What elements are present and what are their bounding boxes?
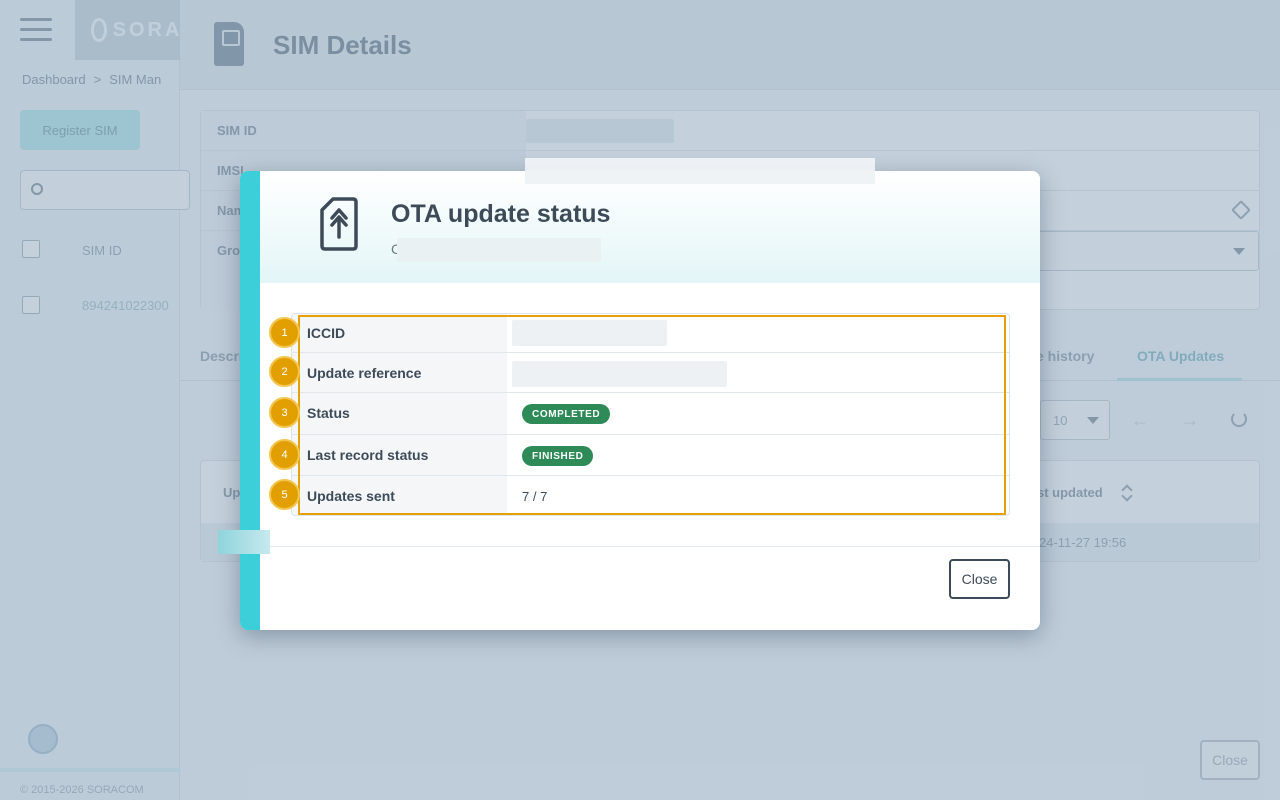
last-record-status-badge: FINISHED <box>522 446 594 466</box>
label-iccid: ICCID <box>307 325 346 341</box>
redacted-subtitle <box>397 238 601 262</box>
dialog-header: OTA update status C <box>260 171 1040 283</box>
annotation-marker-4: 4 <box>269 439 300 470</box>
updates-sent-value: 7 / 7 <box>522 489 548 504</box>
label-updates-sent: Updates sent <box>307 488 395 504</box>
label-update-reference: Update reference <box>307 365 422 381</box>
dialog-accent-bar <box>240 171 260 630</box>
ota-upload-document-icon <box>320 197 358 251</box>
status-badge: COMPLETED <box>522 404 611 424</box>
annotation-marker-3: 3 <box>269 397 300 428</box>
redacted-top-strip <box>525 158 875 184</box>
ota-status-table: ICCID Update reference Status COMPLETED … <box>291 313 1010 516</box>
dialog-close-button[interactable]: Close <box>949 559 1010 599</box>
ota-status-dialog: OTA update status C ICCID Update referen… <box>240 171 1040 630</box>
redacted-iccid-value <box>512 320 667 346</box>
redacted-update-reference-value <box>512 361 727 387</box>
annotation-marker-2: 2 <box>269 356 300 387</box>
annotation-marker-1: 1 <box>269 317 300 348</box>
row-update-reference: Update reference <box>292 353 1009 393</box>
dialog-title: OTA update status <box>391 200 611 228</box>
row-status: Status COMPLETED <box>292 393 1009 435</box>
row-updates-sent: Updates sent 7 / 7 <box>292 476 1009 515</box>
row-last-record-status: Last record status FINISHED <box>292 435 1009 476</box>
annotation-marker-5: 5 <box>269 479 300 510</box>
label-last-record-status: Last record status <box>307 447 429 463</box>
label-status: Status <box>307 405 350 421</box>
row-iccid: ICCID <box>292 314 1009 353</box>
dialog-side-tab <box>218 530 270 554</box>
dialog-footer-divider <box>260 546 1040 547</box>
